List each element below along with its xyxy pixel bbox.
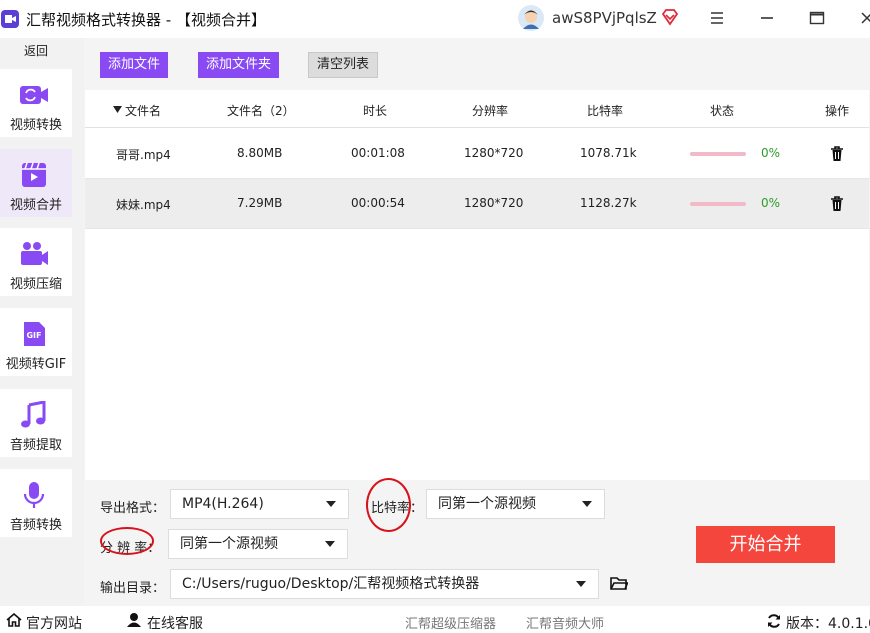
sidebar-item-video-merge[interactable]: 视频合并 (0, 149, 72, 217)
sort-desc-icon[interactable] (113, 106, 122, 113)
official-website-link[interactable]: 官方网站 (26, 613, 82, 633)
cell-size: 7.29MB (237, 196, 283, 210)
cell-resolution: 1280*720 (464, 196, 524, 210)
chevron-down-icon (326, 501, 336, 507)
sidebar-item-video-to-gif[interactable]: GIF 视频转GIF (0, 308, 72, 376)
add-file-button[interactable]: 添加文件 (100, 52, 168, 78)
menu-icon[interactable] (707, 8, 727, 28)
cell-duration: 00:00:54 (351, 196, 405, 210)
bitrate-select[interactable]: 同第一个源视频 (426, 489, 605, 519)
sidebar-item-label: 视频压缩 (9, 277, 62, 292)
file-table: 文件名 文件名（2） 时长 分辨率 比特率 状态 操作 哥哥.mp4 8.80M… (85, 90, 869, 480)
footer-bar: 官方网站 在线客服 汇帮超级压缩器 汇帮音频大师 版本：4.0.1.0 (0, 606, 870, 633)
home-icon[interactable] (6, 613, 22, 627)
vip-diamond-icon[interactable] (661, 8, 679, 26)
progress-label: 0% (761, 196, 781, 210)
bitrate-value: 同第一个源视频 (438, 496, 536, 512)
video-compress-icon (21, 242, 48, 265)
sidebar-item-label: 视频转GIF (5, 357, 67, 372)
svg-text:GIF: GIF (26, 331, 41, 340)
username[interactable]: awS8PVjPqlsZ (552, 9, 657, 27)
online-service-link[interactable]: 在线客服 (147, 613, 203, 633)
cell-resolution: 1280*720 (464, 146, 524, 160)
avatar[interactable] (518, 5, 544, 31)
sidebar-item-label: 视频合并 (9, 198, 62, 213)
start-merge-button[interactable]: 开始合并 (696, 526, 835, 563)
progress-bar (690, 152, 746, 156)
resolution-value: 同第一个源视频 (180, 536, 278, 552)
header-filename[interactable]: 文件名 (125, 102, 161, 119)
progress-bar (690, 202, 746, 206)
annotation-circle (100, 527, 154, 555)
sidebar: 返回 视频转换 视频合并 视频压缩 GIF 视频转GIF 音频提取 音频转换 (0, 38, 84, 606)
minimize-icon[interactable] (757, 8, 777, 28)
close-icon[interactable] (857, 8, 870, 28)
header-duration: 时长 (363, 104, 388, 118)
header-filesize: 文件名（2） (227, 104, 295, 118)
table-header: 文件名 文件名（2） 时长 分辨率 比特率 状态 操作 (85, 90, 869, 128)
table-row[interactable]: 哥哥.mp4 8.80MB 00:01:08 1280*720 1078.71k… (85, 129, 869, 179)
sidebar-item-label: 音频提取 (9, 438, 62, 453)
trash-icon[interactable] (830, 146, 844, 162)
header-resolution: 分辨率 (472, 104, 509, 118)
sidebar-item-audio-extract[interactable]: 音频提取 (0, 389, 72, 457)
resolution-select[interactable]: 同第一个源视频 (168, 529, 348, 559)
format-select[interactable]: MP4(H.264) (170, 489, 349, 519)
customer-service-icon[interactable] (126, 612, 142, 627)
clear-list-button[interactable]: 清空列表 (308, 52, 378, 78)
microphone-icon (23, 482, 45, 508)
video-merge-icon (22, 162, 46, 187)
title-bar: 汇帮视频格式转换器 - 【视频合并】 awS8PVjPqlsZ (0, 0, 870, 38)
chevron-down-icon (325, 541, 335, 547)
format-value: MP4(H.264) (182, 496, 264, 512)
folder-icon[interactable] (610, 575, 628, 591)
output-path-value: C:/Users/ruguo/Desktop/汇帮视频格式转换器 (182, 576, 480, 592)
trash-icon[interactable] (830, 196, 844, 212)
video-convert-icon (20, 86, 48, 104)
header-bitrate: 比特率 (587, 104, 624, 118)
music-note-icon (21, 401, 46, 428)
sidebar-item-audio-convert[interactable]: 音频转换 (0, 469, 72, 537)
sidebar-item-video-convert[interactable]: 视频转换 (0, 69, 72, 137)
cell-size: 8.80MB (237, 146, 283, 160)
version-label: 版本：4.0.1.0 (786, 616, 870, 632)
header-status: 状态 (710, 104, 735, 118)
header-actions: 操作 (825, 104, 850, 118)
cell-duration: 00:01:08 (351, 146, 405, 160)
chevron-down-icon (582, 501, 592, 507)
audio-master-link[interactable]: 汇帮音频大师 (526, 613, 604, 632)
cell-filename: 哥哥.mp4 (116, 148, 171, 162)
annotation-circle (366, 478, 411, 532)
output-directory-select[interactable]: C:/Users/ruguo/Desktop/汇帮视频格式转换器 (170, 569, 599, 599)
table-row[interactable]: 妹妹.mp4 7.29MB 00:00:54 1280*720 1128.27k… (85, 179, 869, 229)
back-button[interactable]: 返回 (0, 42, 72, 62)
format-label: 导出格式： (100, 501, 166, 516)
sidebar-item-label: 视频转换 (9, 118, 62, 133)
cell-filename: 妹妹.mp4 (116, 198, 171, 212)
sidebar-item-label: 音频转换 (9, 518, 62, 533)
chevron-down-icon (576, 581, 586, 587)
maximize-icon[interactable] (807, 8, 827, 28)
add-folder-button[interactable]: 添加文件夹 (198, 52, 279, 78)
sidebar-item-video-compress[interactable]: 视频压缩 (0, 228, 72, 296)
progress-label: 0% (761, 146, 781, 160)
super-compressor-link[interactable]: 汇帮超级压缩器 (405, 613, 496, 632)
gif-icon: GIF (24, 322, 45, 346)
output-label: 输出目录： (100, 581, 166, 596)
refresh-icon[interactable] (766, 613, 782, 629)
app-logo-icon (1, 10, 19, 28)
cell-bitrate: 1128.27k (580, 196, 637, 210)
cell-bitrate: 1078.71k (580, 146, 637, 160)
app-title: 汇帮视频格式转换器 - 【视频合并】 (26, 11, 266, 29)
